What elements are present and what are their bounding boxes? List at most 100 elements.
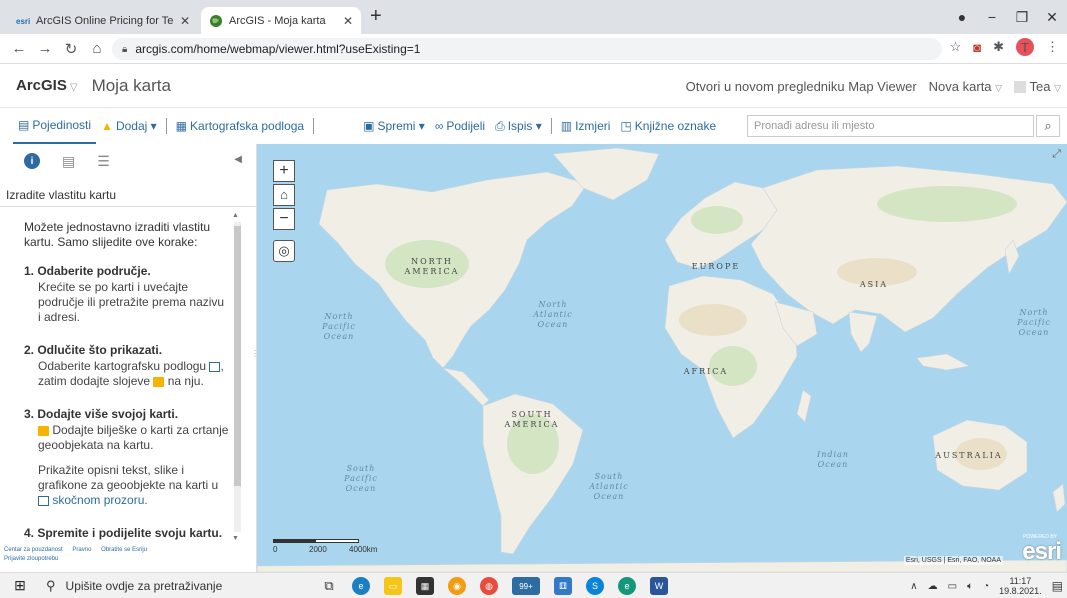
step-text: Prikažite opisni tekst, slike i grafikon… (38, 463, 219, 507)
collapse-panel-icon[interactable]: ◀ (234, 154, 242, 165)
skype-icon[interactable]: S (586, 577, 604, 595)
onedrive-icon[interactable]: ☁ (928, 581, 938, 592)
mail-badge-icon[interactable]: 99+ (512, 577, 540, 595)
panel-title: Izradite vlastitu kartu (6, 188, 117, 202)
screen: { "browser": { "tabs": [ {"title": "ArcG… (0, 0, 1067, 598)
avatar[interactable]: T (1016, 38, 1034, 56)
add-button[interactable]: ▲ Dodaj ▾ (96, 108, 162, 144)
bookmark-star-icon[interactable]: ☆ (950, 39, 962, 55)
step-4: 4. Spremite i podijelite svoju kartu. (24, 526, 229, 541)
panel-content: Možete jednostavno izraditi vlastitu kar… (24, 220, 229, 559)
scale-bar (273, 539, 359, 543)
print-button[interactable]: ⎙ Ispis ▾ (490, 108, 547, 144)
about-info-icon[interactable]: i (24, 153, 40, 169)
battery-icon[interactable]: ▭ (948, 581, 957, 592)
label-africa: AFRICA (683, 367, 729, 376)
task-view-icon[interactable]: ⧉ (320, 577, 338, 595)
step-1: 1. Odaberite područje. Krećite se po kar… (24, 264, 229, 325)
edge-icon[interactable]: e (352, 577, 370, 595)
zoom-out-button[interactable]: − (273, 208, 295, 230)
home-icon[interactable]: ⌂ (84, 40, 110, 57)
restore-icon[interactable]: ❐ (1007, 9, 1037, 26)
word-icon[interactable]: W (650, 577, 668, 595)
step-text: Dodajte bilješke o karti za crtanje geoo… (38, 423, 229, 452)
forward-icon[interactable]: → (32, 40, 58, 57)
popup-icon (38, 495, 49, 506)
search-icon: ⚲ (46, 577, 56, 593)
wifi-icon[interactable]: ◔ (983, 581, 989, 592)
puzzle-icon[interactable]: ✱ (993, 39, 1004, 55)
map-attribution[interactable]: Esri, USGS | Esri, FAO, NOAA (903, 556, 1003, 565)
teams-like-icon[interactable]: ⚅ (554, 577, 572, 595)
windows-start-icon[interactable]: ⊞ (0, 577, 40, 594)
contact-link[interactable]: Obratite se Esriju (101, 547, 147, 553)
zoom-in-button[interactable]: + (273, 160, 295, 182)
printer-icon: ⎙ (495, 118, 505, 133)
minimize-icon[interactable]: − (977, 9, 1007, 25)
details-button[interactable]: ▤ Pojedinosti (13, 108, 97, 144)
scale-label: 0 (273, 545, 278, 554)
chrome-icon[interactable]: ◍ (480, 577, 498, 595)
back-icon[interactable]: ← (6, 40, 32, 57)
profile-menu-icon[interactable]: ● (947, 9, 977, 25)
esri-logo[interactable]: esri (1022, 538, 1062, 566)
share-button[interactable]: ∞ Podijeli (430, 108, 490, 144)
label-asia: ASIA (859, 280, 889, 289)
chevron-down-icon: ▽ (69, 82, 78, 93)
report-abuse-link[interactable]: Prijavite zloupotrebu (4, 556, 58, 562)
tab-arcgis[interactable]: ArcGIS - Moja karta ✕ (201, 7, 361, 34)
menu-dots-icon[interactable]: ⋮ (1046, 39, 1059, 55)
clock-time: 11:17 (1009, 576, 1032, 586)
share-icon: ∞ (434, 119, 444, 133)
taskbar-search-placeholder: Upišite ovdje za pretraživanje (65, 578, 223, 593)
search-icon[interactable]: ⌕ (1036, 115, 1060, 137)
address-bar[interactable]: 🔒︎ arcgis.com/home/webmap/viewer.html?us… (112, 38, 942, 60)
user-menu[interactable]: Tea ▽ (1014, 79, 1061, 94)
open-new-viewer-link[interactable]: Otvori u novom pregledniku Map Viewer (686, 79, 917, 94)
measure-button[interactable]: ▥ Izmjeri (556, 108, 616, 144)
new-map-menu[interactable]: Nova karta ▽ (929, 79, 1002, 94)
expand-icon[interactable]: ⤢ (1052, 148, 1061, 161)
close-tab-icon[interactable]: ✕ (180, 14, 190, 28)
firefox-icon[interactable]: ◉ (448, 577, 466, 595)
resize-grip[interactable]: ⋮ (251, 350, 259, 358)
step-2: 2. Odlučite što prikazati. Odaberite kar… (24, 343, 229, 389)
close-window-icon[interactable]: ✕ (1037, 9, 1067, 26)
chevron-up-icon[interactable]: ∧ (910, 581, 917, 592)
close-tab-icon[interactable]: ✕ (343, 14, 353, 28)
step-title: 3. Dodajte više svojoj karti. (24, 407, 179, 421)
label-indian-ocean: Indian Ocean (817, 450, 849, 469)
step-text: Odaberite kartografsku podlogu , zatim d… (38, 359, 224, 388)
globe-icon (209, 14, 223, 28)
content-list-icon[interactable]: ▤ (62, 153, 75, 170)
reload-icon[interactable]: ↻ (58, 40, 84, 58)
new-tab-button[interactable]: + (370, 6, 382, 26)
save-button[interactable]: ▣ Spremi ▾ (358, 108, 430, 144)
file-explorer-icon[interactable]: ▭ (384, 577, 402, 595)
address-search-input[interactable]: Pronađi adresu ili mjesto (747, 115, 1034, 137)
home-extent-icon[interactable]: ⌂ (273, 184, 295, 206)
esri-favicon-icon: esri (16, 14, 30, 28)
basemap-button[interactable]: ▦ Kartografska podloga (171, 108, 309, 144)
legend-icon[interactable]: ☰ (97, 153, 110, 170)
volume-icon[interactable]: 🔈︎ (967, 581, 973, 592)
extension-icon[interactable]: ◙ (973, 40, 981, 55)
floppy-icon: ▣ (363, 119, 375, 133)
trust-center-link[interactable]: Centar za pouzdanost (4, 547, 63, 553)
edge-dev-icon[interactable]: e (618, 577, 636, 595)
panel-scrollbar[interactable]: ▲ ▼ (232, 212, 242, 542)
popup-link[interactable]: skočnom prozoru. (52, 493, 147, 507)
notifications-icon[interactable]: ▤ (1052, 579, 1063, 593)
arcgis-logo[interactable]: ArcGIS ▽ (16, 77, 78, 94)
bookmarks-button[interactable]: ◳ Knjižne oznake (615, 108, 721, 144)
tab-pricing[interactable]: esri ArcGIS Online Pricing for Teams | ✕ (8, 7, 198, 34)
legal-link[interactable]: Pravno (72, 547, 91, 553)
label-north-pacific-east: North Pacific Ocean (1017, 308, 1051, 337)
store-icon[interactable]: ▦ (416, 577, 434, 595)
label-south-america: SOUTH AMERICA (504, 410, 560, 429)
clock[interactable]: 11:17 19.8.2021. (999, 576, 1042, 596)
taskbar-search[interactable]: ⚲ Upišite ovdje za pretraživanje (40, 573, 310, 598)
map-view[interactable]: + ⌂ − ◎ ⤢ NORTH AMERICA SOUTH AMERICA EU… (257, 144, 1067, 572)
locate-icon[interactable]: ◎ (273, 240, 295, 262)
page-title: Moja karta (91, 75, 171, 95)
